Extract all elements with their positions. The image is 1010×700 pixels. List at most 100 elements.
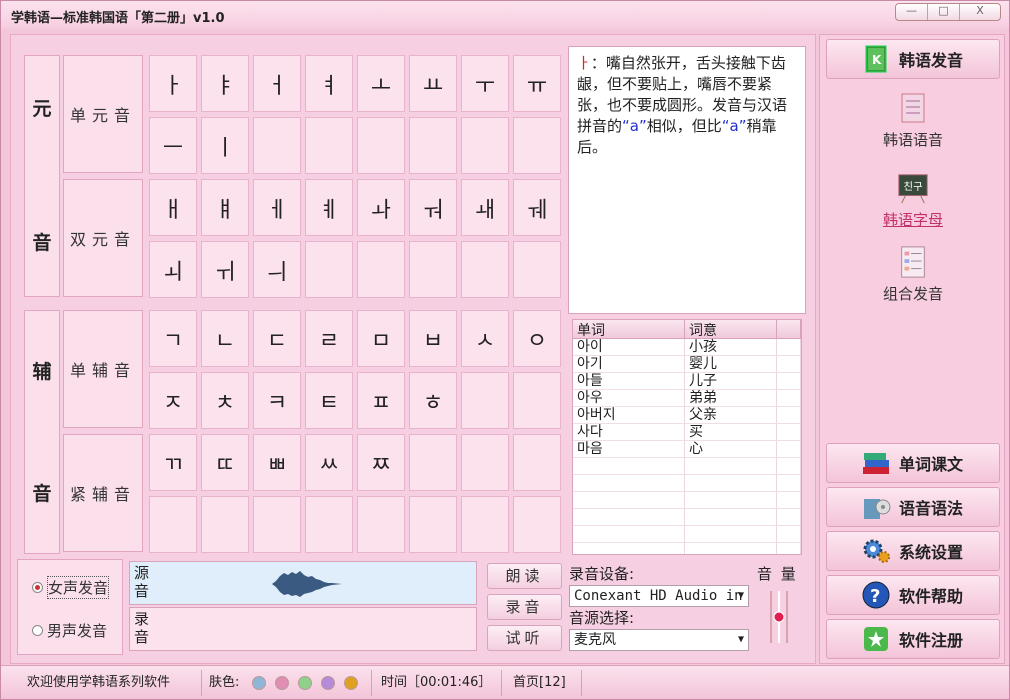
empty-cell (409, 241, 457, 298)
hangul-cell[interactable]: ㅟ (201, 241, 249, 298)
skin-swatch[interactable] (344, 675, 358, 690)
hangul-cell[interactable]: ㅉ (357, 434, 405, 491)
help-button[interactable]: ? 软件帮助 (826, 575, 1000, 615)
word-row[interactable] (573, 492, 801, 509)
listen-button[interactable]: 试听 (487, 625, 562, 651)
word-cell (573, 543, 685, 554)
hangul-cell[interactable]: ㅁ (357, 310, 405, 367)
word-row[interactable]: 아이 小孩 (573, 339, 801, 356)
hangul-cell[interactable]: ㅓ (253, 55, 301, 112)
row-label: 双元音 (63, 179, 143, 297)
hangul-cell[interactable]: ㅊ (201, 372, 249, 429)
hangul-cell[interactable]: ㅛ (409, 55, 457, 112)
header-meaning[interactable]: 词意 (685, 320, 777, 339)
word-row[interactable]: 아우 弟弟 (573, 390, 801, 407)
settings-label: 系统设置 (899, 543, 964, 562)
empty-cell (201, 496, 249, 553)
word-row[interactable]: 아버지 父亲 (573, 407, 801, 424)
hangul-cell[interactable]: ㅂ (409, 310, 457, 367)
empty-cell (357, 496, 405, 553)
hangul-cell[interactable]: ㅆ (305, 434, 353, 491)
hangul-cell[interactable]: ㄱ (149, 310, 197, 367)
word-table[interactable]: 单词 词意 아이 小孩 아기 婴儿 아들 儿子 아우 弟弟 아버지 父亲 사다 买 마음 心 (572, 319, 802, 555)
word-text-button[interactable]: 单词课文 (826, 443, 1000, 483)
word-row[interactable]: 아들 儿子 (573, 373, 801, 390)
settings-button[interactable]: 系统设置 (826, 531, 1000, 571)
sidebar-item-korean-phonetics[interactable]: 韩语语音 (820, 91, 1006, 150)
close-button[interactable]: X (960, 4, 1000, 20)
hangul-cell[interactable]: ㅈ (149, 372, 197, 429)
hangul-cell[interactable]: ㅜ (461, 55, 509, 112)
hangul-cell[interactable]: ㅃ (253, 434, 301, 491)
grammar-button[interactable]: 语音语法 (826, 487, 1000, 527)
hangul-cell[interactable]: ㄷ (253, 310, 301, 367)
hangul-cell[interactable]: ㅍ (357, 372, 405, 429)
word-row[interactable] (573, 458, 801, 475)
hangul-cell[interactable]: ㄸ (201, 434, 249, 491)
hangul-cell[interactable]: ㅣ (201, 117, 249, 174)
hangul-cell[interactable]: ㅔ (253, 179, 301, 236)
hangul-cell[interactable]: ㅡ (149, 117, 197, 174)
word-row[interactable] (573, 509, 801, 526)
sidebar-item-combined-pronunciation[interactable]: 组合发音 (820, 245, 1006, 304)
word-cell (573, 526, 685, 542)
maximize-button[interactable]: □ (928, 4, 960, 20)
volume-slider[interactable] (761, 589, 797, 645)
skin-swatch[interactable] (252, 675, 266, 690)
skin-swatch[interactable] (298, 675, 312, 690)
hangul-cell[interactable]: ㅇ (513, 310, 561, 367)
hangul-cell[interactable]: ㅢ (253, 241, 301, 298)
meaning-cell (685, 543, 777, 554)
korean-pronunciation-button[interactable]: K 韩语发音 (826, 39, 1000, 79)
male-voice-radio[interactable]: 男声发音 (32, 620, 107, 641)
hangul-cell[interactable]: ㅠ (513, 55, 561, 112)
hangul-cell[interactable]: ㅑ (201, 55, 249, 112)
hangul-cell[interactable]: ㅒ (201, 179, 249, 236)
sidebar-item-korean-alphabet[interactable]: 친구 韩语字母 (820, 171, 1006, 230)
empty-cell (357, 241, 405, 298)
skin-swatch[interactable] (275, 675, 289, 690)
female-voice-radio[interactable]: 女声发音 (32, 576, 110, 599)
hangul-cell[interactable]: ㄲ (149, 434, 197, 491)
hangul-cell[interactable]: ㅏ (149, 55, 197, 112)
hangul-cell[interactable]: ㅌ (305, 372, 353, 429)
header-word[interactable]: 单词 (573, 320, 685, 339)
hangul-cell[interactable]: ㅐ (149, 179, 197, 236)
empty-cell (513, 372, 561, 429)
meaning-cell: 小孩 (685, 339, 777, 355)
hangul-cell[interactable]: ㅖ (305, 179, 353, 236)
hangul-cell[interactable]: ㅅ (461, 310, 509, 367)
hangul-cell[interactable]: ㅙ (461, 179, 509, 236)
help-label: 软件帮助 (899, 587, 964, 606)
gear-icon (859, 535, 893, 567)
hangul-cell[interactable]: ㅝ (409, 179, 457, 236)
meaning-cell: 父亲 (685, 407, 777, 423)
hangul-cell[interactable]: ㅎ (409, 372, 457, 429)
hangul-cell[interactable]: ㅗ (357, 55, 405, 112)
register-button[interactable]: 软件注册 (826, 619, 1000, 659)
page-display: 首页[12] (513, 675, 566, 690)
hangul-cell[interactable]: ㅚ (149, 241, 197, 298)
skin-swatch[interactable] (321, 675, 335, 690)
minimize-button[interactable]: — (896, 4, 928, 20)
hangul-cell[interactable]: ㅋ (253, 372, 301, 429)
hangul-cell[interactable]: ㅘ (357, 179, 405, 236)
hangul-cell[interactable]: ㄹ (305, 310, 353, 367)
hangul-cell[interactable]: ㄴ (201, 310, 249, 367)
read-button[interactable]: 朗读 (487, 563, 562, 589)
word-row[interactable] (573, 543, 801, 554)
record-device-select[interactable]: Conexant HD Audio in ▼ (569, 585, 749, 607)
hangul-cell[interactable]: ㅞ (513, 179, 561, 236)
word-row[interactable]: 사다 买 (573, 424, 801, 441)
hangul-cell[interactable]: ㅕ (305, 55, 353, 112)
source-select[interactable]: 麦克风 ▼ (569, 629, 749, 651)
word-row[interactable] (573, 526, 801, 543)
word-row[interactable] (573, 475, 801, 492)
record-button[interactable]: 录音 (487, 594, 562, 620)
list-icon (901, 246, 925, 278)
word-row[interactable]: 아기 婴儿 (573, 356, 801, 373)
empty-cell (513, 117, 561, 174)
row-label: 单辅音 (63, 310, 143, 428)
word-row[interactable]: 마음 心 (573, 441, 801, 458)
books-icon (859, 447, 893, 479)
